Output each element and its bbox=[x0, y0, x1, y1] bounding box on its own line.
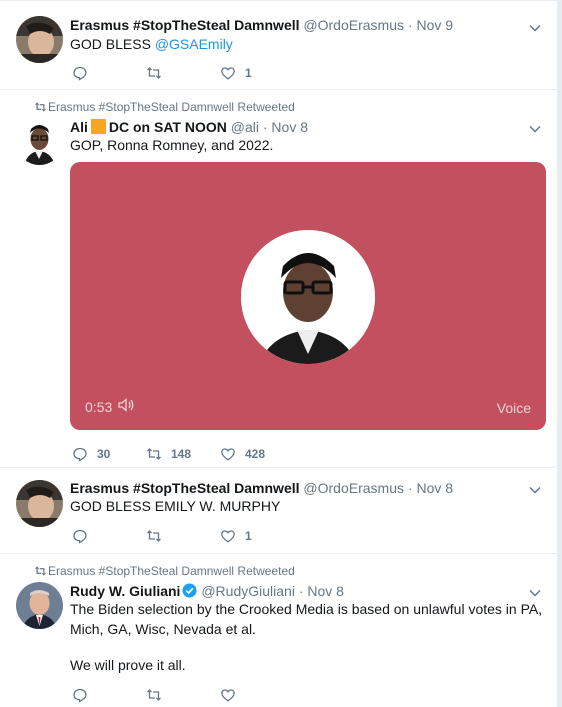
like-button[interactable] bbox=[220, 685, 245, 705]
tweet-text-line: The Biden selection by the Crooked Media… bbox=[70, 601, 543, 617]
separator-dot: · bbox=[262, 119, 268, 135]
tweet-timestamp[interactable]: Nov 9 bbox=[416, 17, 453, 33]
author-name[interactable]: Erasmus #StopTheSteal Damnwell bbox=[70, 480, 300, 496]
retweet-icon bbox=[146, 65, 171, 81]
author-name-part2[interactable]: DC on SAT NOON bbox=[109, 119, 227, 135]
chevron-down-icon[interactable] bbox=[528, 586, 542, 600]
retweet-button[interactable]: 148 bbox=[146, 444, 191, 464]
tweet-text-line: Mich, GA, Wisc, Nevada et al. bbox=[70, 621, 256, 637]
reply-button[interactable] bbox=[72, 63, 97, 83]
timeline-feed: Erasmus #StopTheSteal Damnwell @OrdoEras… bbox=[0, 0, 557, 707]
retweet-count: 148 bbox=[171, 447, 192, 461]
like-button[interactable]: 428 bbox=[220, 444, 265, 464]
tweet-text: GOD BLESS EMILY W. MURPHY bbox=[70, 498, 281, 514]
author-name-part1[interactable]: Ali bbox=[70, 119, 88, 135]
author-name[interactable]: Erasmus #StopTheSteal Damnwell bbox=[70, 17, 300, 33]
voice-tweet-card[interactable]: 0:53 Voice bbox=[70, 162, 546, 430]
chevron-down-icon[interactable] bbox=[528, 483, 542, 497]
tweet-timestamp[interactable]: Nov 8 bbox=[307, 583, 344, 599]
separator-dot: · bbox=[298, 583, 304, 599]
reply-button[interactable] bbox=[72, 685, 97, 705]
tweet[interactable]: Erasmus #StopTheSteal Damnwell Retweeted… bbox=[0, 90, 557, 468]
chevron-down-icon[interactable] bbox=[528, 122, 542, 136]
like-count: 428 bbox=[245, 447, 266, 461]
author-handle[interactable]: @OrdoErasmus bbox=[303, 17, 404, 33]
retweet-context[interactable]: Erasmus #StopTheSteal Damnwell Retweeted bbox=[35, 564, 295, 578]
orange-square-emoji bbox=[90, 119, 106, 134]
retweet-context[interactable]: Erasmus #StopTheSteal Damnwell Retweeted bbox=[35, 100, 295, 114]
avatar-ali[interactable] bbox=[16, 118, 63, 165]
like-icon bbox=[220, 687, 245, 703]
voice-label: Voice bbox=[496, 400, 531, 416]
like-count: 1 bbox=[245, 66, 252, 80]
reply-icon bbox=[72, 687, 97, 703]
retweet-icon bbox=[146, 687, 171, 703]
voice-duration-text: 0:53 bbox=[85, 398, 113, 415]
separator-dot: · bbox=[407, 17, 413, 33]
like-icon bbox=[220, 528, 245, 544]
tweet[interactable]: Erasmus #StopTheSteal Damnwell @OrdoEras… bbox=[0, 468, 557, 554]
mention-link[interactable]: @GSAEmily bbox=[155, 36, 233, 52]
tweet-text: GOD BLESS @GSAEmily bbox=[70, 34, 233, 54]
voice-avatar bbox=[241, 230, 375, 364]
reply-icon bbox=[72, 528, 97, 544]
reply-button[interactable] bbox=[72, 526, 97, 546]
tweet[interactable]: Erasmus #StopTheSteal Damnwell Retweeted… bbox=[0, 554, 557, 707]
verified-icon bbox=[182, 583, 197, 598]
author-handle[interactable]: @ali bbox=[231, 119, 259, 135]
reply-icon bbox=[72, 446, 97, 462]
tweet-text-prefix: GOD BLESS bbox=[70, 36, 155, 52]
chevron-down-icon[interactable] bbox=[528, 21, 542, 35]
retweet-icon bbox=[34, 101, 47, 113]
page-gutter bbox=[557, 0, 562, 707]
like-count: 1 bbox=[245, 529, 252, 543]
like-icon bbox=[220, 65, 245, 81]
voice-duration: 0:53 bbox=[85, 397, 135, 416]
retweet-button[interactable] bbox=[146, 685, 171, 705]
retweet-icon bbox=[34, 565, 47, 577]
retweet-icon bbox=[146, 528, 171, 544]
like-button[interactable]: 1 bbox=[220, 63, 252, 83]
author-handle[interactable]: @RudyGiuliani bbox=[201, 583, 295, 599]
retweet-button[interactable] bbox=[146, 63, 171, 83]
author-name[interactable]: Rudy W. Giuliani bbox=[70, 583, 180, 599]
tweet-text-line: We will prove it all. bbox=[70, 657, 186, 673]
reply-count: 30 bbox=[97, 447, 111, 461]
tweet-text: The Biden selection by the Crooked Media… bbox=[70, 599, 548, 675]
tweet-text: GOP, Ronna Romney, and 2022. bbox=[70, 137, 274, 153]
like-icon bbox=[220, 446, 245, 462]
tweet[interactable]: Erasmus #StopTheSteal Damnwell @OrdoEras… bbox=[0, 0, 557, 90]
tweet-timestamp[interactable]: Nov 8 bbox=[416, 480, 453, 496]
retweet-context-text: Erasmus #StopTheSteal Damnwell Retweeted bbox=[48, 564, 295, 578]
reply-button[interactable]: 30 bbox=[72, 444, 110, 464]
author-handle[interactable]: @OrdoErasmus bbox=[303, 480, 404, 496]
separator-dot: · bbox=[407, 480, 413, 496]
avatar-rudy[interactable] bbox=[16, 582, 63, 629]
speaker-icon[interactable] bbox=[112, 397, 135, 416]
avatar-erasmus[interactable] bbox=[16, 16, 63, 63]
retweet-context-text: Erasmus #StopTheSteal Damnwell Retweeted bbox=[48, 100, 295, 114]
avatar-erasmus[interactable] bbox=[16, 480, 63, 527]
like-button[interactable]: 1 bbox=[220, 526, 252, 546]
retweet-icon bbox=[146, 446, 171, 462]
retweet-button[interactable] bbox=[146, 526, 171, 546]
tweet-timestamp[interactable]: Nov 8 bbox=[271, 119, 308, 135]
reply-icon bbox=[72, 65, 97, 81]
